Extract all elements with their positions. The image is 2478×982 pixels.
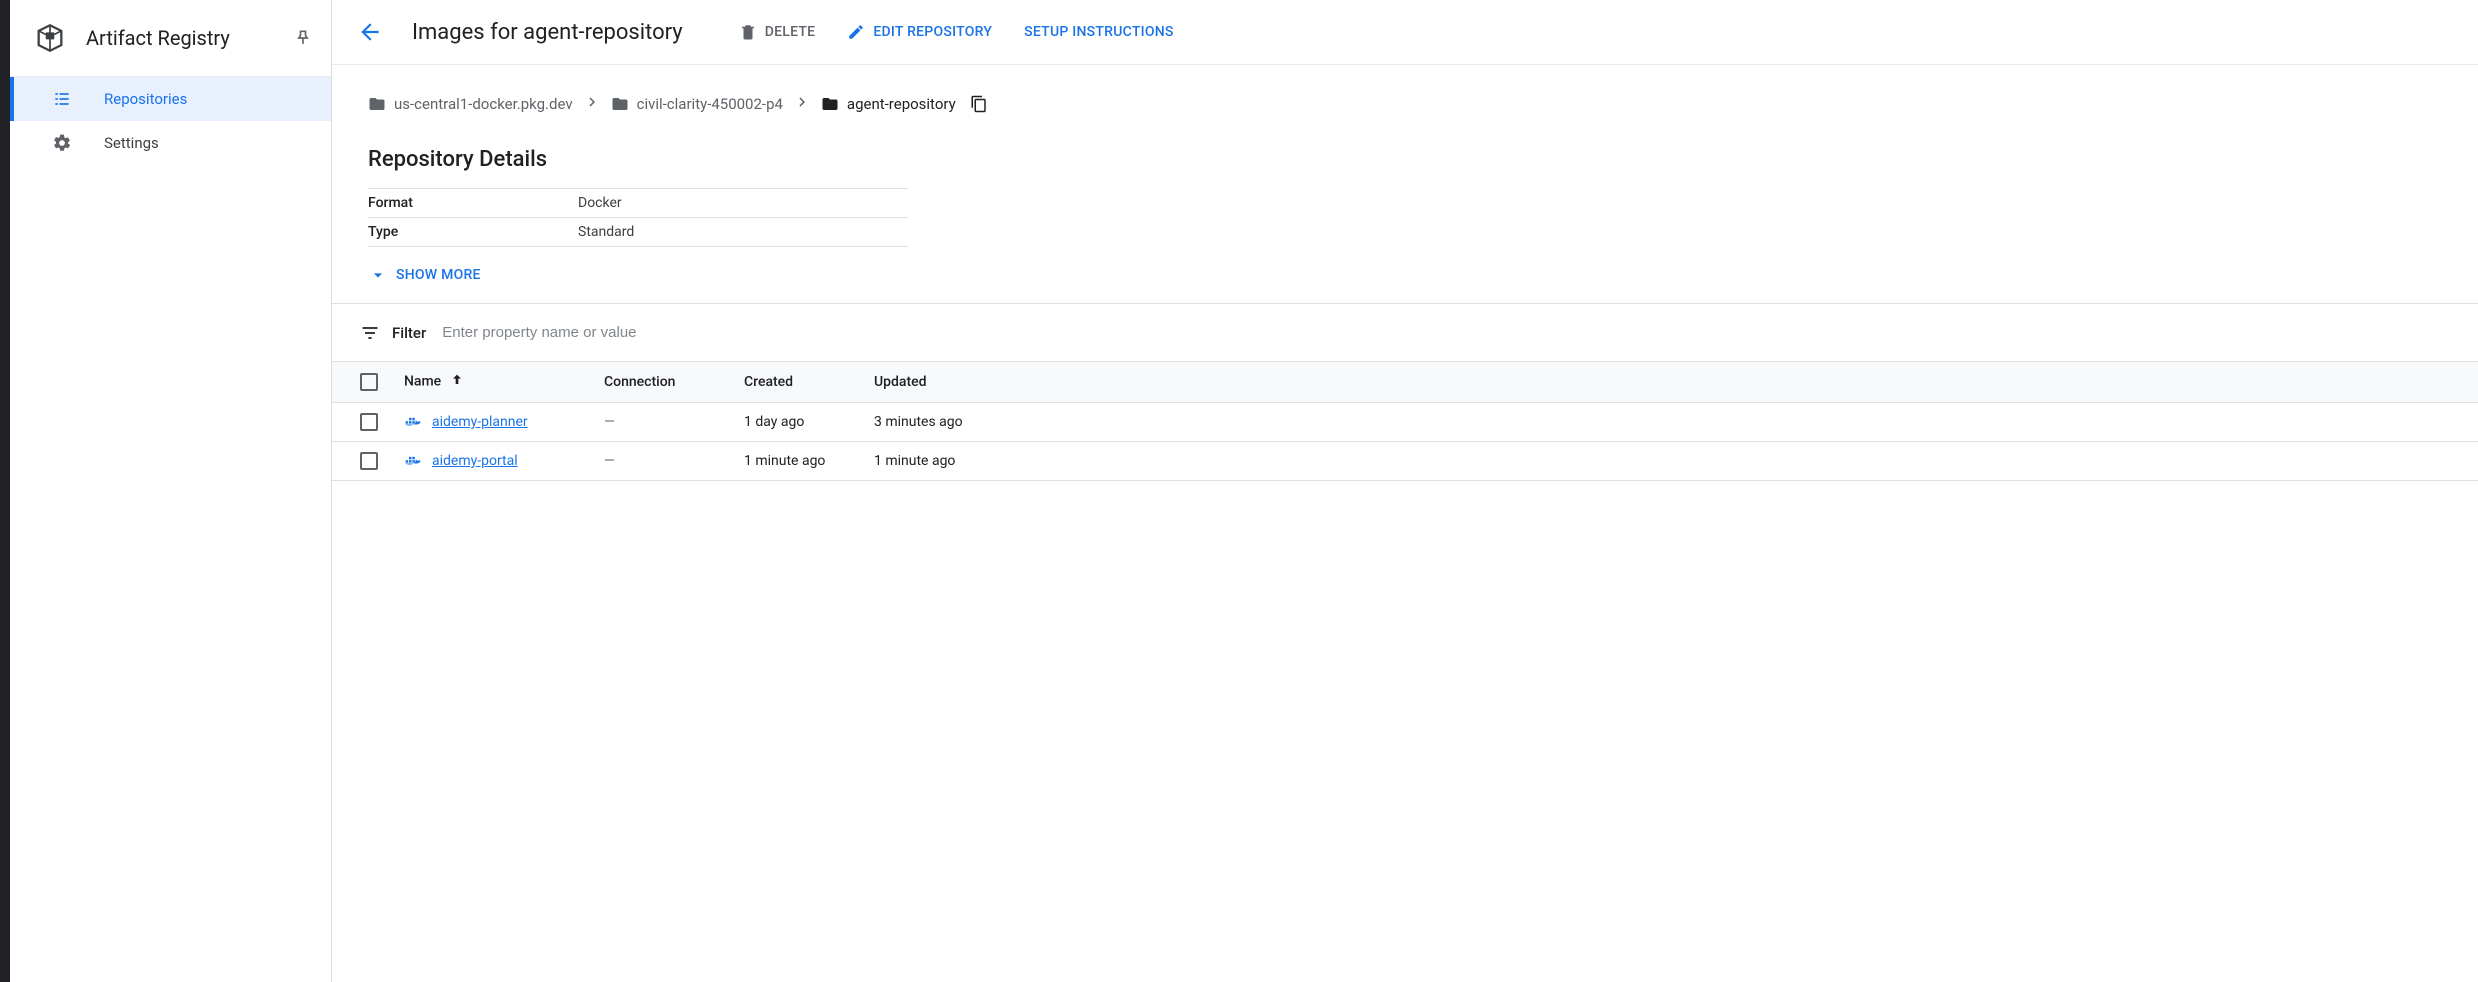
- breadcrumb-item[interactable]: us-central1-docker.pkg.dev: [368, 95, 573, 113]
- filter-label: Filter: [392, 324, 426, 342]
- toolbar: Images for agent-repository DELETE EDIT …: [332, 0, 2478, 65]
- created-value: 1 minute ago: [744, 453, 825, 469]
- column-header-connection[interactable]: Connection: [592, 362, 732, 403]
- sidebar-header: Artifact Registry: [10, 0, 331, 76]
- details-table: Format Docker Type Standard: [368, 188, 908, 247]
- edit-label: EDIT REPOSITORY: [873, 24, 992, 40]
- breadcrumb: us-central1-docker.pkg.dev civil-clarity…: [332, 93, 2478, 115]
- docker-icon: [404, 453, 424, 469]
- delete-button[interactable]: DELETE: [739, 23, 816, 41]
- setup-instructions-button[interactable]: SETUP INSTRUCTIONS: [1024, 24, 1174, 40]
- crumb-label: us-central1-docker.pkg.dev: [394, 95, 573, 113]
- sidebar-item-label: Settings: [104, 134, 159, 152]
- trash-icon: [739, 23, 757, 41]
- table-row: aidemy-portal — 1 minute ago 1 minute ag…: [332, 442, 2478, 481]
- sidebar: Artifact Registry Repositories: [10, 0, 332, 982]
- folder-icon: [368, 95, 386, 113]
- back-button[interactable]: [356, 18, 384, 46]
- page-title: Images for agent-repository: [412, 20, 683, 45]
- edit-repository-button[interactable]: EDIT REPOSITORY: [847, 23, 992, 41]
- list-icon: [52, 89, 72, 109]
- gear-icon: [52, 133, 72, 153]
- chevron-right-icon: [793, 93, 811, 115]
- column-header-name[interactable]: Name: [392, 362, 592, 403]
- pin-icon[interactable]: [293, 28, 313, 48]
- folder-icon: [611, 95, 629, 113]
- filter-icon: [360, 323, 380, 343]
- chevron-down-icon: [368, 265, 388, 285]
- details-row: Type Standard: [368, 218, 908, 247]
- main-content: Images for agent-repository DELETE EDIT …: [332, 0, 2478, 982]
- docker-icon: [404, 414, 424, 430]
- filter-input[interactable]: [438, 320, 2442, 345]
- chevron-right-icon: [583, 93, 601, 115]
- copy-icon[interactable]: [970, 95, 988, 113]
- column-header-updated[interactable]: Updated: [862, 362, 1002, 403]
- sidebar-item-label: Repositories: [104, 90, 187, 108]
- details-row: Format Docker: [368, 189, 908, 218]
- row-checkbox[interactable]: [360, 452, 378, 470]
- breadcrumb-item-current: agent-repository: [821, 95, 956, 113]
- details-value: Docker: [578, 195, 622, 211]
- sidebar-item-settings[interactable]: Settings: [10, 121, 331, 165]
- crumb-label: agent-repository: [847, 95, 956, 113]
- pencil-icon: [847, 23, 865, 41]
- connection-value: —: [604, 453, 615, 469]
- delete-label: DELETE: [765, 24, 816, 40]
- breadcrumb-item[interactable]: civil-clarity-450002-p4: [611, 95, 783, 113]
- toolbar-actions: DELETE EDIT REPOSITORY SETUP INSTRUCTION…: [739, 23, 1174, 41]
- filter-bar: Filter: [332, 303, 2478, 361]
- sort-ascending-icon: [449, 376, 465, 392]
- folder-icon: [821, 95, 839, 113]
- images-table: Name Connection Created Updated: [332, 361, 2478, 481]
- setup-label: SETUP INSTRUCTIONS: [1024, 24, 1174, 40]
- row-checkbox[interactable]: [360, 413, 378, 431]
- image-link[interactable]: aidemy-portal: [432, 453, 518, 469]
- connection-value: —: [604, 414, 615, 430]
- updated-value: 3 minutes ago: [874, 414, 963, 430]
- table-row: aidemy-planner — 1 day ago 3 minutes ago: [332, 403, 2478, 442]
- details-label: Type: [368, 224, 578, 240]
- details-value: Standard: [578, 224, 634, 240]
- show-more-button[interactable]: SHOW MORE: [332, 247, 2478, 303]
- crumb-label: civil-clarity-450002-p4: [637, 95, 783, 113]
- updated-value: 1 minute ago: [874, 453, 955, 469]
- show-more-label: SHOW MORE: [396, 267, 481, 283]
- sidebar-item-repositories[interactable]: Repositories: [10, 77, 331, 121]
- select-all-checkbox[interactable]: [360, 373, 378, 391]
- details-label: Format: [368, 195, 578, 211]
- column-header-created[interactable]: Created: [732, 362, 862, 403]
- artifact-registry-icon: [32, 20, 68, 56]
- image-link[interactable]: aidemy-planner: [432, 414, 528, 430]
- product-title: Artifact Registry: [86, 26, 275, 50]
- left-edge-strip: [0, 0, 10, 982]
- created-value: 1 day ago: [744, 414, 804, 430]
- section-title: Repository Details: [332, 115, 2478, 188]
